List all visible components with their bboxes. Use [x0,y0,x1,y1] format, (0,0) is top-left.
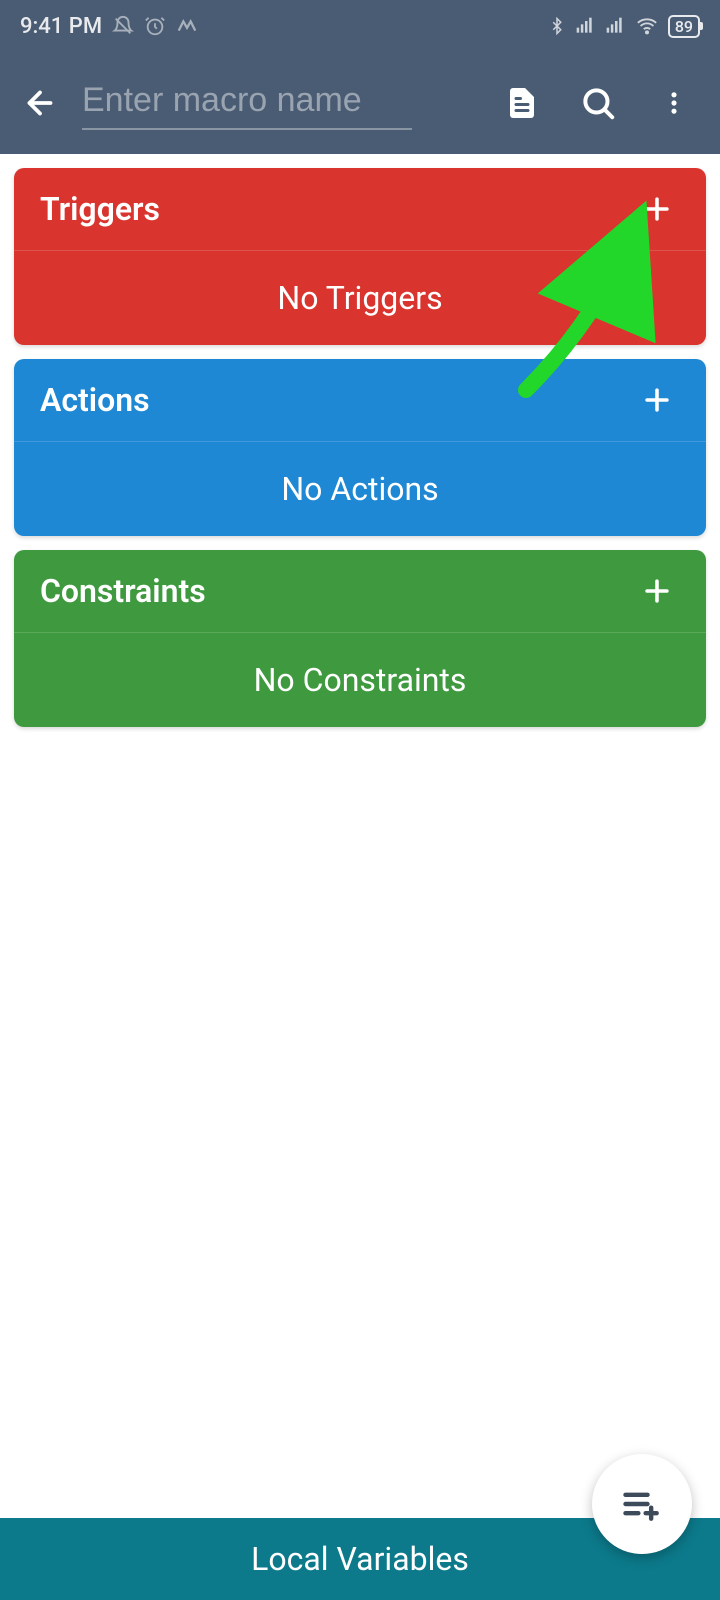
alarm-icon [144,15,166,37]
bluetooth-icon [548,15,566,37]
constraints-card: Constraints No Constraints [14,550,706,727]
constraints-title: Constraints [40,572,206,610]
constraints-empty-text: No Constraints [14,633,706,727]
app-bar [0,52,720,154]
search-button[interactable] [570,75,626,131]
triggers-header[interactable]: Triggers [14,168,706,251]
add-action-button[interactable] [640,383,680,417]
add-trigger-button[interactable] [640,192,680,226]
triggers-empty-text: No Triggers [14,251,706,345]
battery-indicator: 89 [668,15,700,38]
playlist-add-icon [620,1482,664,1526]
description-button[interactable] [494,75,550,131]
back-button[interactable] [18,81,62,125]
triggers-card: Triggers No Triggers [14,168,706,345]
content-area: Triggers No Triggers Actions No Actions … [0,154,720,741]
actions-card: Actions No Actions [14,359,706,536]
more-options-button[interactable] [646,75,702,131]
signal-icon-2 [604,16,626,36]
actions-header[interactable]: Actions [14,359,706,442]
triggers-title: Triggers [40,190,160,228]
signal-icon-1 [574,16,596,36]
wifi-icon [634,15,660,37]
constraints-header[interactable]: Constraints [14,550,706,633]
macro-name-input[interactable] [82,77,412,130]
actions-title: Actions [40,381,150,419]
local-variables-label: Local Variables [251,1540,469,1578]
add-constraint-button[interactable] [640,574,680,608]
status-bar: 9:41 PM 89 [0,0,720,52]
dnd-icon [112,15,134,37]
actions-empty-text: No Actions [14,442,706,536]
app-indicator-icon [176,15,198,37]
add-variable-fab[interactable] [592,1454,692,1554]
status-time: 9:41 PM [20,14,102,39]
